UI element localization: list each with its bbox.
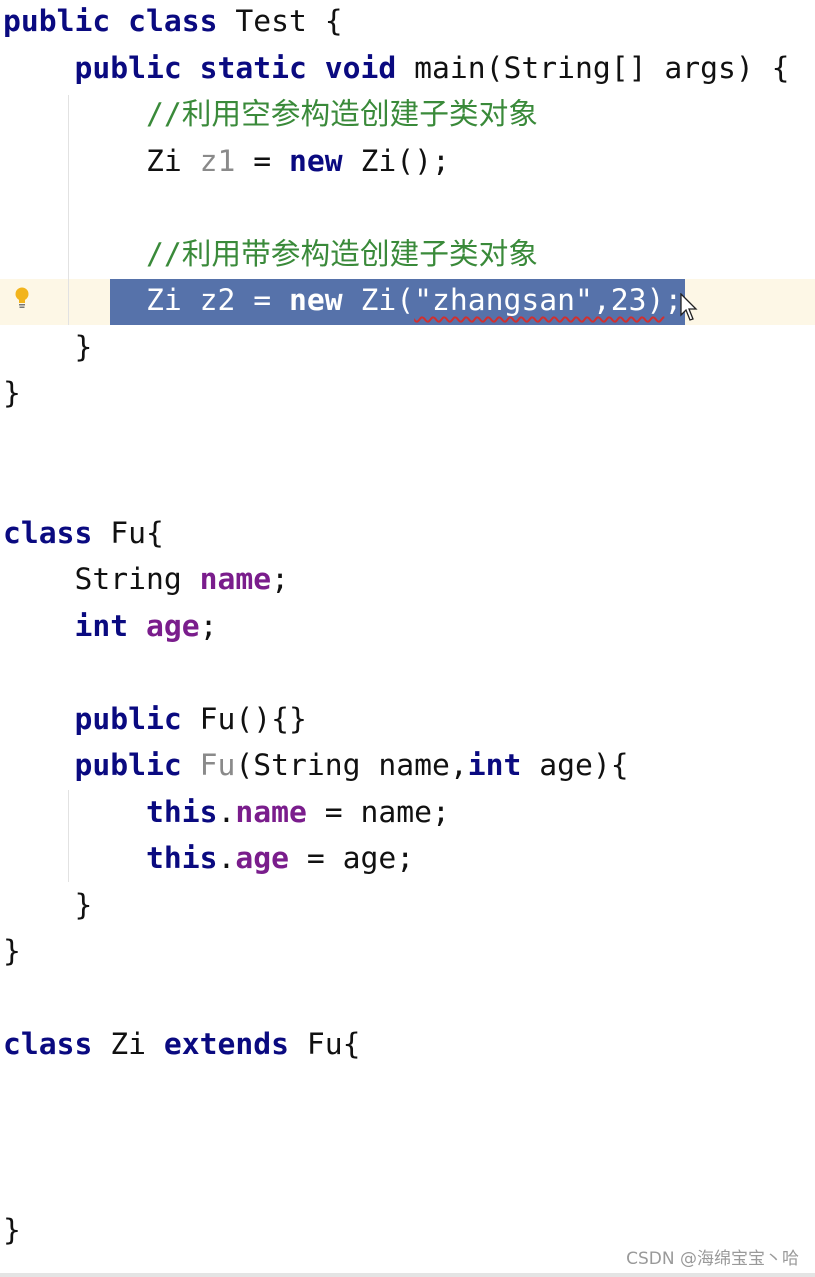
- code-token: Zi: [3, 143, 200, 179]
- code-token: =: [235, 143, 289, 179]
- code-token: = age;: [289, 841, 415, 876]
- code-line[interactable]: public Fu(){}: [3, 697, 307, 743]
- code-token: .: [217, 841, 236, 876]
- code-token: public: [74, 748, 200, 783]
- code-line[interactable]: }: [3, 325, 92, 371]
- code-token: }: [3, 376, 21, 411]
- code-token: ;: [271, 562, 289, 597]
- code-line[interactable]: }: [3, 371, 21, 417]
- code-token: Zi: [110, 1027, 164, 1062]
- mouse-cursor-icon: [680, 293, 698, 321]
- code-token: Fu{: [306, 1027, 361, 1062]
- code-token: age: [146, 608, 200, 644]
- code-token: this: [146, 841, 218, 876]
- code-token: Zi();: [360, 143, 450, 179]
- code-line[interactable]: }: [3, 883, 92, 929]
- code-token: public class: [3, 4, 236, 39]
- code-token: new: [288, 143, 361, 179]
- code-line[interactable]: //利用带参构造创建子类对象: [3, 232, 538, 278]
- code-token: Test {: [235, 4, 343, 39]
- code-token: Zi z2 =: [146, 283, 289, 318]
- code-line[interactable]: class Fu{: [3, 511, 164, 557]
- code-line[interactable]: int age;: [3, 604, 218, 650]
- code-token: class: [3, 1027, 111, 1062]
- code-token: = name;: [306, 794, 450, 830]
- code-token: Zi(: [360, 283, 415, 318]
- code-token: }: [3, 934, 21, 969]
- code-token: age){: [539, 748, 629, 783]
- code-token: ;: [199, 608, 218, 644]
- code-token: .: [217, 794, 236, 830]
- code-token: int: [74, 608, 146, 644]
- code-token: z1: [199, 143, 236, 179]
- code-token: age: [235, 841, 289, 876]
- code-token: main(String[] args) {: [414, 50, 790, 86]
- code-token: }: [3, 887, 93, 923]
- code-line[interactable]: public Fu(String name,int age){: [3, 743, 629, 789]
- code-token: this: [146, 794, 218, 830]
- code-token: int: [467, 748, 540, 783]
- code-line[interactable]: this.age = age;: [3, 836, 414, 882]
- code-line[interactable]: String name;: [3, 557, 289, 603]
- watermark: CSDN @海绵宝宝丶哈: [626, 1249, 799, 1269]
- code-line[interactable]: Zi z2 = new Zi("zhangsan",23);: [3, 278, 682, 324]
- code-token: //利用空参构造创建子类对象: [146, 97, 538, 132]
- bottom-border: [0, 1273, 815, 1277]
- code-token: class: [3, 515, 111, 551]
- code-token: }: [3, 329, 93, 365]
- code-line[interactable]: this.name = name;: [3, 790, 450, 836]
- code-token: (String name,: [235, 748, 468, 783]
- code-token: }: [3, 1213, 21, 1248]
- code-token: //利用带参构造创建子类对象: [146, 236, 538, 272]
- code-token: new: [289, 283, 361, 318]
- code-line[interactable]: public static void main(String[] args) {: [3, 46, 790, 92]
- code-line[interactable]: Zi z1 = new Zi();: [3, 139, 450, 185]
- code-token: "zhangsan",23): [414, 283, 665, 318]
- code-token: public static void: [74, 50, 415, 86]
- code-line[interactable]: class Zi extends Fu{: [3, 1022, 361, 1068]
- code-line[interactable]: }: [3, 1208, 21, 1254]
- code-token: Fu{: [110, 515, 164, 551]
- code-line[interactable]: //利用空参构造创建子类对象: [3, 92, 538, 138]
- code-token: String: [3, 562, 200, 597]
- code-token: Fu(){}: [199, 701, 307, 737]
- code-line[interactable]: }: [3, 929, 21, 975]
- code-token: name: [199, 562, 272, 597]
- code-token: name: [235, 794, 307, 830]
- code-token: extends: [163, 1027, 307, 1062]
- code-line[interactable]: public class Test {: [3, 0, 343, 45]
- code-token: public: [74, 701, 200, 737]
- code-token: Fu: [199, 748, 236, 783]
